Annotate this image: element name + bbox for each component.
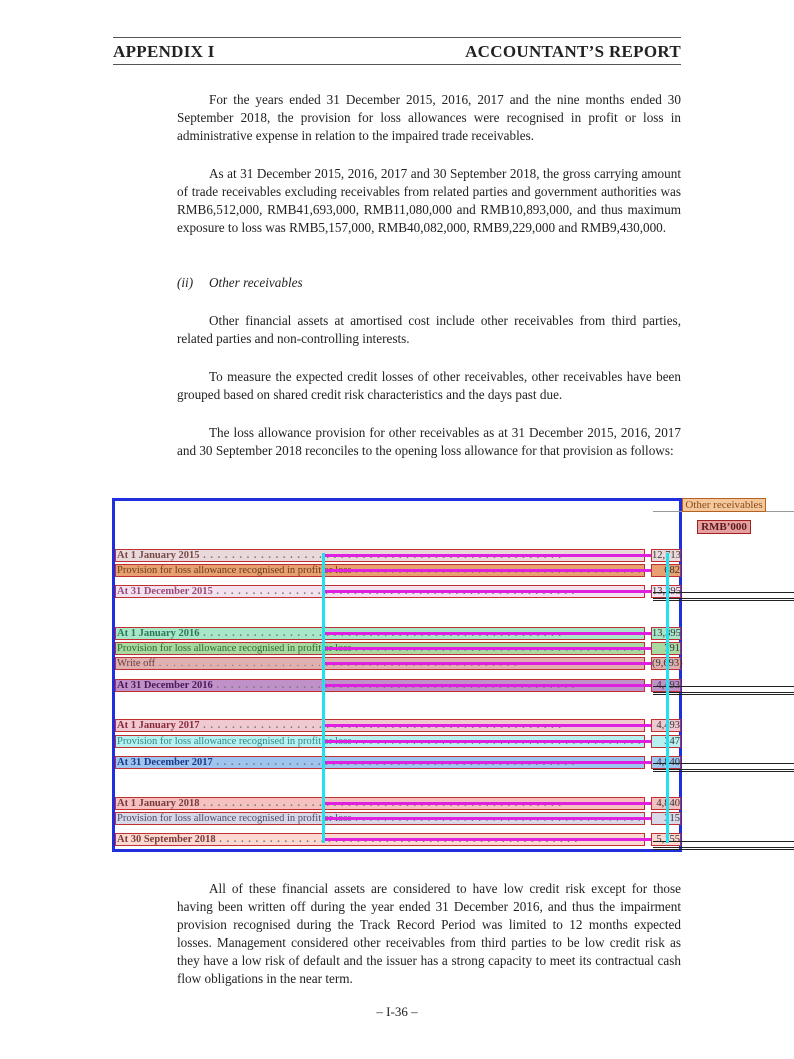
page-header: APPENDIX I ACCOUNTANT’S REPORT	[113, 37, 681, 65]
vertical-guide-line	[666, 553, 669, 843]
row-label: Provision for loss allowance recognised …	[117, 643, 352, 654]
row-connector-line	[325, 838, 652, 841]
row-label: At 1 January 2015	[117, 550, 200, 561]
row-label: Provision for loss allowance recognised …	[117, 813, 352, 824]
paragraph-1: For the years ended 31 December 2015, 20…	[177, 92, 681, 143]
row-connector-line	[325, 590, 652, 593]
row-label: At 31 December 2016	[117, 680, 213, 691]
row-connector-line	[325, 554, 652, 557]
total-double-underline	[653, 769, 794, 775]
paragraph-6: All of these financial assets are consid…	[177, 881, 681, 986]
total-double-underline	[653, 598, 794, 604]
row-label: At 1 January 2018	[117, 798, 200, 809]
report-title: ACCOUNTANT’S REPORT	[465, 42, 681, 61]
row-label: At 31 December 2017	[117, 757, 213, 768]
total-double-underline	[653, 692, 794, 698]
row-connector-line	[325, 724, 652, 727]
column-header: Other receivables	[653, 498, 794, 512]
row-label: Write off	[117, 658, 156, 669]
subtotal-underline	[653, 686, 794, 687]
total-double-underline	[653, 847, 794, 853]
subsection-number: (ii)	[177, 275, 194, 290]
row-connector-line	[325, 761, 652, 764]
unit-label: RMB’000	[697, 520, 751, 534]
appendix-title: APPENDIX I	[113, 42, 215, 61]
row-connector-line	[325, 802, 652, 805]
subsection-title: Other receivables	[209, 275, 303, 290]
row-label: Provision for loss allowance recognised …	[117, 565, 352, 576]
loss-allowance-table: Other receivables RMB’000 At 1 January 2…	[112, 498, 794, 852]
row-label: At 1 January 2016	[117, 628, 200, 639]
subsection-heading: (ii) Other receivables	[177, 275, 303, 291]
row-label: Provision for loss allowance recognised …	[117, 736, 352, 747]
paragraph-4: To measure the expected credit losses of…	[177, 369, 681, 402]
row-connector-line	[325, 684, 652, 687]
subtotal-underline	[653, 763, 794, 764]
paragraph-3: Other financial assets at amortised cost…	[177, 313, 681, 346]
row-connector-line	[325, 662, 652, 665]
paragraph-2: As at 31 December 2015, 2016, 2017 and 3…	[177, 166, 681, 235]
unit-header: RMB’000	[653, 520, 794, 534]
vertical-guide-line	[322, 553, 325, 843]
subtotal-underline	[653, 592, 794, 593]
paragraph-5: The loss allowance provision for other r…	[177, 425, 681, 458]
row-label: At 31 December 2015	[117, 586, 213, 597]
row-connector-line	[325, 647, 652, 650]
row-connector-line	[325, 817, 652, 820]
row-connector-line	[325, 569, 652, 572]
row-connector-line	[325, 632, 652, 635]
subtotal-underline	[653, 841, 794, 842]
page-number: – I-36 –	[376, 1004, 418, 1019]
row-label: At 1 January 2017	[117, 720, 200, 731]
column-header-label: Other receivables	[682, 498, 766, 512]
row-label: At 30 September 2018	[117, 834, 216, 845]
row-connector-line	[325, 740, 652, 743]
